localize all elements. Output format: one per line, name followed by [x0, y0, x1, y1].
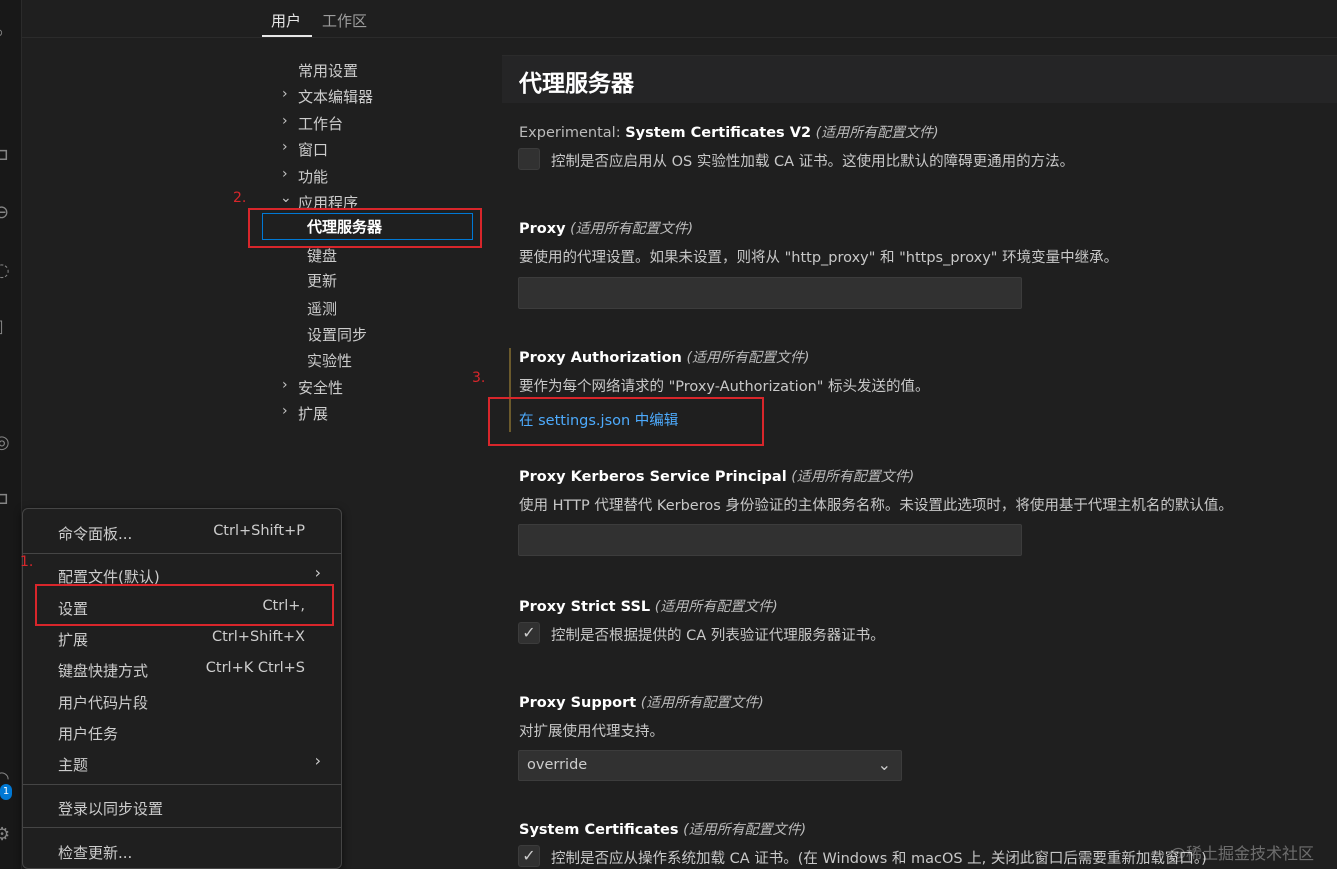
annotation-box: [488, 397, 764, 446]
proxy-strict-ssl-checkbox[interactable]: ✓: [518, 622, 540, 644]
watermark: @稀土掘金技术社区: [1170, 844, 1315, 863]
chevron-right-icon: ›: [314, 563, 321, 582]
notification-badge: 1: [0, 784, 12, 800]
toc-item-experimental[interactable]: 实验性: [307, 350, 352, 371]
setting-title: Proxy Authorization (适用所有配置文件): [519, 347, 809, 367]
setting-scope: (适用所有配置文件): [815, 125, 939, 141]
setting-description: 控制是否根据提供的 CA 列表验证代理服务器证书。: [551, 628, 885, 644]
menu-shortcut: Ctrl+Shift+X: [212, 629, 305, 645]
select-value: override: [527, 757, 588, 773]
activity-bar: ⌕ › ⊐ ⊖ ◌ ▯ › ◎ ⊐ ◠ 1 ⚙: [0, 0, 22, 869]
setting-title: System Certificates (适用所有配置文件): [519, 819, 806, 839]
annotation-number: 3.: [472, 370, 486, 386]
outline-icon[interactable]: ⊐: [0, 490, 12, 508]
extensions-icon[interactable]: ⊖: [0, 204, 12, 222]
menu-separator: [23, 827, 341, 828]
proxy-kerberos-input[interactable]: [518, 524, 1022, 556]
setting-title: Proxy Kerberos Service Principal (适用所有配置…: [519, 466, 914, 486]
menu-item-sign-in-sync[interactable]: 登录以同步设置: [58, 798, 163, 819]
chevron-right-icon: ›: [314, 751, 321, 770]
annotation-number: 2.: [233, 190, 247, 206]
setting-description: 使用 HTTP 代理替代 Kerberos 身份验证的主体服务名称。未设置此选项…: [519, 498, 1233, 514]
active-tab-indicator: [262, 35, 312, 37]
menu-shortcut: Ctrl+K Ctrl+S: [205, 660, 305, 676]
settings-scope-tabs: [22, 0, 1337, 38]
tab-workspace[interactable]: 工作区: [322, 10, 367, 31]
chevron-right-icon[interactable]: ›: [282, 377, 288, 393]
menu-separator: [23, 784, 341, 785]
menu-item-extensions[interactable]: 扩展: [58, 629, 88, 650]
annotation-number: 1.: [20, 554, 34, 570]
chevron-right-icon[interactable]: ›: [282, 139, 288, 155]
tab-user[interactable]: 用户: [271, 10, 301, 31]
remote-explorer-icon[interactable]: ◌: [0, 262, 12, 280]
setting-description: 控制是否应从操作系统加载 CA 证书。(在 Windows 和 macOS 上,…: [551, 851, 1207, 867]
setting-name: Proxy Kerberos Service Principal: [519, 469, 787, 485]
manage-context-menu: 命令面板... Ctrl+Shift+P 配置文件(默认) › 设置 Ctrl+…: [22, 508, 342, 869]
menu-item-themes[interactable]: 主题: [58, 754, 88, 775]
toc-item-security[interactable]: 安全性: [298, 377, 343, 398]
setting-category: Experimental:: [519, 125, 626, 141]
manage-gear-icon[interactable]: ⚙: [0, 826, 12, 844]
menu-shortcut: Ctrl+Shift+P: [213, 523, 305, 539]
setting-description: 控制是否应启用从 OS 实验性加载 CA 证书。这使用比默认的障碍更通用的方法。: [551, 154, 1075, 170]
timeline-icon[interactable]: ◎: [0, 434, 12, 452]
setting-scope: (适用所有配置文件): [683, 822, 807, 838]
setting-name: Proxy Strict SSL: [519, 599, 651, 615]
annotation-box: [248, 208, 482, 248]
source-control-icon[interactable]: ›: [0, 86, 12, 104]
system-certificates-v2-checkbox[interactable]: [518, 148, 540, 170]
setting-description: 要使用的代理设置。如果未设置，则将从 "http_proxy" 和 "https…: [519, 250, 1119, 266]
run-debug-icon[interactable]: ⊐: [0, 146, 12, 164]
toc-item-features[interactable]: 功能: [298, 166, 328, 187]
chevron-down-icon[interactable]: ⌄: [280, 190, 292, 206]
chevron-right-icon[interactable]: ›: [282, 403, 288, 419]
setting-title: Proxy (适用所有配置文件): [519, 218, 693, 238]
toc-item-window[interactable]: 窗口: [298, 139, 328, 160]
system-certificates-checkbox[interactable]: ✓: [518, 845, 540, 867]
search-icon[interactable]: ⌕: [0, 24, 12, 42]
setting-name: Proxy: [519, 221, 566, 237]
terminal-icon[interactable]: ›: [0, 378, 12, 396]
setting-scope: (适用所有配置文件): [640, 695, 764, 711]
setting-scope: (适用所有配置文件): [570, 221, 694, 237]
chevron-right-icon[interactable]: ›: [282, 86, 288, 102]
setting-scope: (适用所有配置文件): [686, 350, 810, 366]
chevron-right-icon[interactable]: ›: [282, 113, 288, 129]
toc-item-text-editor[interactable]: 文本编辑器: [298, 86, 373, 107]
setting-description: 要作为每个网络请求的 "Proxy-Authorization" 标头发送的值。: [519, 379, 930, 395]
menu-item-keyboard-shortcuts[interactable]: 键盘快捷方式: [58, 660, 148, 681]
annotation-box: [35, 584, 334, 626]
setting-name: Proxy Support: [519, 695, 637, 711]
setting-name: System Certificates V2: [625, 125, 812, 141]
toc-item-update[interactable]: 更新: [307, 270, 337, 291]
menu-item-check-updates[interactable]: 检查更新...: [58, 842, 132, 863]
setting-name: System Certificates: [519, 822, 679, 838]
setting-title: Experimental: System Certificates V2 (适用…: [519, 122, 939, 142]
setting-name: Proxy Authorization: [519, 350, 682, 366]
setting-scope: (适用所有配置文件): [654, 599, 778, 615]
toc-item-commonly-used[interactable]: 常用设置: [298, 60, 358, 81]
menu-item-command-palette[interactable]: 命令面板...: [58, 523, 132, 544]
toc-item-telemetry[interactable]: 遥测: [307, 298, 337, 319]
chevron-down-icon: ⌄: [877, 755, 891, 774]
menu-separator: [23, 553, 341, 554]
menu-item-user-snippets[interactable]: 用户代码片段: [58, 692, 148, 713]
chevron-right-icon[interactable]: ›: [282, 166, 288, 182]
proxy-support-select[interactable]: override ⌄: [518, 750, 902, 781]
setting-description: 对扩展使用代理支持。: [519, 724, 664, 740]
page-title: 代理服务器: [519, 71, 634, 97]
toc-item-keyboard[interactable]: 键盘: [307, 245, 337, 266]
setting-title: Proxy Support (适用所有配置文件): [519, 692, 764, 712]
toc-item-settings-sync[interactable]: 设置同步: [307, 324, 367, 345]
toc-item-workbench[interactable]: 工作台: [298, 113, 343, 134]
setting-title: Proxy Strict SSL (适用所有配置文件): [519, 596, 778, 616]
proxy-input[interactable]: [518, 277, 1022, 309]
testing-icon[interactable]: ▯: [0, 318, 12, 336]
toc-item-extensions[interactable]: 扩展: [298, 403, 328, 424]
menu-item-user-tasks[interactable]: 用户任务: [58, 723, 118, 744]
setting-scope: (适用所有配置文件): [791, 469, 915, 485]
